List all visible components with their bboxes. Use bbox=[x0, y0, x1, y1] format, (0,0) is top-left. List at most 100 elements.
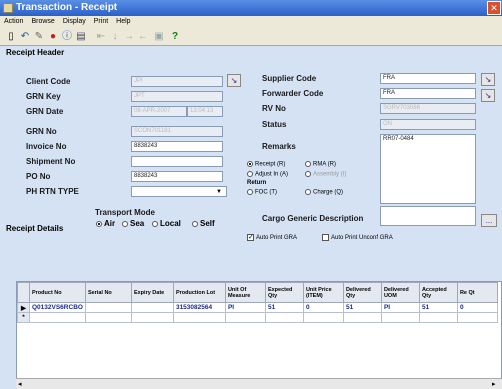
forwarder-code-field[interactable]: FRA bbox=[380, 88, 476, 99]
cell-production-lot[interactable] bbox=[172, 312, 226, 323]
cell-re-qty[interactable] bbox=[456, 312, 498, 323]
col-production-lot[interactable]: Production Lot bbox=[172, 282, 226, 303]
client-code-field[interactable]: JPI bbox=[131, 76, 223, 87]
help-icon[interactable]: ? bbox=[168, 30, 182, 43]
cell-expiry-date[interactable] bbox=[130, 302, 174, 313]
supplier-code-field[interactable]: FRA bbox=[380, 73, 476, 84]
cell-serial-no[interactable] bbox=[84, 312, 132, 323]
last-icon[interactable]: ← bbox=[136, 30, 150, 43]
cargo-expand-button[interactable]: ... bbox=[481, 214, 497, 227]
return-charge-radio[interactable]: Charge (Q) bbox=[305, 189, 343, 196]
auto-print-unconf-checkbox[interactable]: Auto Print Unconf GRA bbox=[322, 234, 393, 241]
chevron-down-icon[interactable]: ▼ bbox=[216, 189, 222, 195]
col-delivered-qty[interactable]: Delivered Qty bbox=[342, 282, 382, 303]
cell-expected-qty[interactable]: 51 bbox=[264, 302, 304, 313]
col-expiry-date[interactable]: Expiry Date bbox=[130, 282, 174, 303]
table-row[interactable]: ▶ Q0132VS6RCBO 3153082564 PI 51 0 51 PI … bbox=[17, 302, 498, 313]
receipt-type-rma-radio[interactable]: RMA (R) bbox=[305, 161, 336, 168]
cell-expiry-date[interactable] bbox=[130, 312, 174, 323]
cell-delivered-qty[interactable]: 51 bbox=[342, 302, 382, 313]
col-expected-qty[interactable]: Expected Qty bbox=[264, 282, 304, 303]
status-field[interactable]: ON bbox=[380, 119, 476, 130]
menu-help[interactable]: Help bbox=[112, 17, 134, 26]
close-button[interactable]: ✕ bbox=[487, 1, 501, 15]
transport-air-radio[interactable]: Air bbox=[96, 219, 115, 228]
cell-product-no[interactable]: Q0132VS6RCBO bbox=[29, 302, 86, 313]
grn-key-field[interactable]: JPT bbox=[131, 91, 223, 102]
next-icon[interactable]: → bbox=[122, 30, 136, 43]
checkmark-icon: ✓ bbox=[247, 234, 254, 241]
cell-expected-qty[interactable] bbox=[264, 312, 304, 323]
return-foc-radio[interactable]: FOC (T) bbox=[247, 189, 277, 196]
scroll-right-icon[interactable]: ▸ bbox=[492, 380, 496, 388]
col-unit-price[interactable]: Unit Price (ITEM) bbox=[302, 282, 344, 303]
forwarder-lookup-button[interactable]: ↘ bbox=[481, 89, 495, 102]
menu-action[interactable]: Action bbox=[0, 17, 27, 26]
transport-sea-radio[interactable]: Sea bbox=[122, 219, 144, 228]
cell-product-no[interactable] bbox=[29, 312, 86, 323]
cargo-description-field[interactable] bbox=[380, 206, 476, 226]
grn-time-field[interactable]: 13:04:13 bbox=[187, 106, 223, 117]
delete-icon[interactable]: ✎ bbox=[32, 30, 46, 43]
receipt-details-grid: Product No Serial No Expiry Date Product… bbox=[16, 281, 502, 389]
cell-accepted-qty[interactable]: 51 bbox=[418, 302, 458, 313]
col-unit-of-measure[interactable]: Unit Of Measure bbox=[224, 282, 266, 303]
radio-dot bbox=[247, 189, 253, 195]
cell-serial-no[interactable] bbox=[84, 302, 132, 313]
col-serial-no[interactable]: Serial No bbox=[84, 282, 132, 303]
cell-delivered-uom[interactable]: PI bbox=[380, 302, 420, 313]
receipt-type-adjust-radio[interactable]: Adjust In (A) bbox=[247, 171, 288, 178]
cell-production-lot[interactable]: 3153082564 bbox=[172, 302, 226, 313]
po-no-field[interactable]: 8838243 bbox=[131, 171, 223, 182]
cell-unit-price[interactable]: 0 bbox=[302, 302, 344, 313]
transport-self-radio[interactable]: Self bbox=[192, 219, 215, 228]
cell-delivered-qty[interactable] bbox=[342, 312, 382, 323]
save-icon[interactable]: ▯ bbox=[4, 30, 18, 43]
grn-date-field[interactable]: 08-APR-2007 bbox=[131, 106, 187, 117]
supplier-lookup-button[interactable]: ↘ bbox=[481, 73, 495, 86]
col-accepted-qty[interactable]: Accepted Qty bbox=[418, 282, 458, 303]
invoice-no-field[interactable]: 8838243 bbox=[131, 141, 223, 152]
menu-browse[interactable]: Browse bbox=[27, 17, 58, 26]
rv-no-field[interactable]: SGRV703086 bbox=[380, 103, 476, 114]
remarks-field[interactable]: RR07-0484 bbox=[380, 134, 476, 204]
grn-key-label: GRN Key bbox=[26, 92, 61, 101]
cell-uom[interactable]: PI bbox=[224, 302, 266, 313]
invoice-no-label: Invoice No bbox=[26, 142, 67, 151]
return-label: Return bbox=[247, 180, 267, 186]
find-icon[interactable]: ▣ bbox=[152, 30, 166, 43]
undo-icon[interactable]: ↶ bbox=[18, 30, 32, 43]
receipt-type-receipt-radio[interactable]: Receipt (R) bbox=[247, 161, 285, 168]
horizontal-scrollbar[interactable]: ◂ ▸ bbox=[16, 378, 502, 389]
grn-no-field[interactable]: SCON701181 bbox=[131, 126, 223, 137]
cell-uom[interactable] bbox=[224, 312, 266, 323]
cell-accepted-qty[interactable] bbox=[418, 312, 458, 323]
menu-print[interactable]: Print bbox=[90, 17, 112, 26]
col-delivered-uom[interactable]: Delivered UOM bbox=[380, 282, 420, 303]
receipt-type-assembly-radio[interactable]: Assembly (I) bbox=[305, 171, 346, 178]
cell-re-qty[interactable]: 0 bbox=[456, 302, 498, 313]
shipment-no-label: Shipment No bbox=[26, 157, 76, 166]
shipment-no-field[interactable] bbox=[131, 156, 223, 167]
toolbar: ▯ ↶ ✎ ● ⓘ ▤ ⇤ ↓ → ← ▣ ? bbox=[0, 28, 502, 46]
table-row[interactable]: * bbox=[17, 312, 498, 323]
ph-rtn-type-label: PH RTN TYPE bbox=[26, 187, 79, 196]
cell-unit-price[interactable] bbox=[302, 312, 344, 323]
menu-display[interactable]: Display bbox=[59, 17, 90, 26]
prev-icon[interactable]: ↓ bbox=[108, 30, 122, 43]
client-lookup-button[interactable]: ↘ bbox=[227, 74, 241, 87]
ph-rtn-type-select[interactable] bbox=[131, 186, 227, 197]
radio-dot bbox=[96, 220, 102, 227]
col-product-no[interactable]: Product No bbox=[29, 282, 86, 303]
print-icon[interactable]: ▤ bbox=[74, 30, 88, 43]
info-icon[interactable]: ⓘ bbox=[60, 30, 74, 43]
record-icon[interactable]: ● bbox=[46, 30, 60, 43]
first-icon[interactable]: ⇤ bbox=[94, 30, 108, 43]
auto-print-gra-checkbox[interactable]: ✓ Auto Print GRA bbox=[247, 234, 297, 241]
cell-delivered-uom[interactable] bbox=[380, 312, 420, 323]
receipt-header-title: Receipt Header bbox=[6, 48, 65, 57]
scroll-left-icon[interactable]: ◂ bbox=[18, 380, 22, 388]
col-re-qty[interactable]: Re Qt bbox=[456, 282, 498, 303]
transport-local-radio[interactable]: Local bbox=[152, 219, 181, 228]
empty-box-icon bbox=[322, 234, 329, 241]
